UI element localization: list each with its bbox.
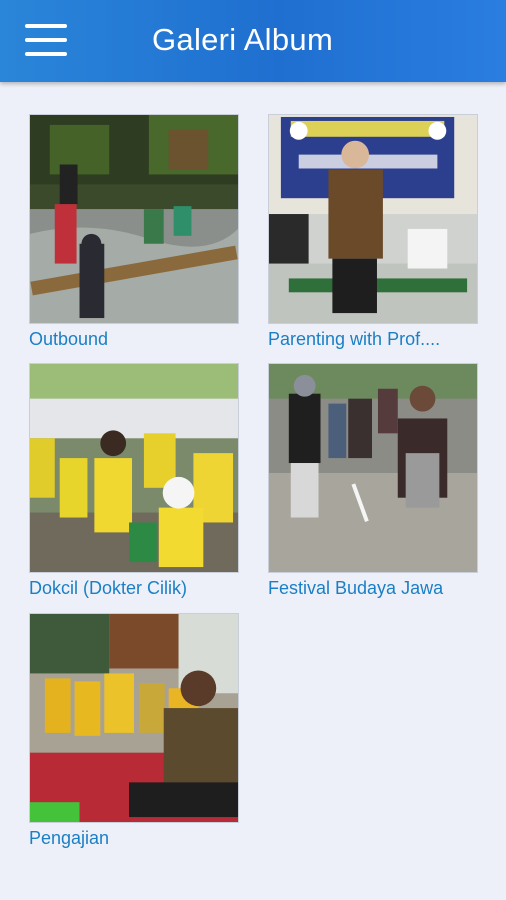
album-title[interactable]: Outbound xyxy=(29,329,239,350)
album-title[interactable]: Pengajian xyxy=(29,828,239,849)
album-thumbnail[interactable] xyxy=(29,114,239,324)
album-thumbnail[interactable] xyxy=(268,114,478,324)
page-title: Galeri Album xyxy=(152,22,334,57)
album-title[interactable]: Festival Budaya Jawa xyxy=(268,578,478,599)
album-card[interactable]: Dokcil (Dokter Cilik) xyxy=(29,363,239,599)
album-title[interactable]: Parenting with Prof.... xyxy=(268,329,478,350)
album-thumbnail[interactable] xyxy=(268,363,478,573)
album-card[interactable]: Pengajian xyxy=(29,613,239,849)
album-card[interactable]: Festival Budaya Jawa xyxy=(268,363,478,599)
album-card[interactable]: Outbound xyxy=(29,114,239,350)
app-header: Galeri Album xyxy=(0,0,506,82)
album-thumbnail[interactable] xyxy=(29,613,239,823)
album-thumbnail[interactable] xyxy=(29,363,239,573)
hamburger-menu-icon[interactable] xyxy=(22,20,70,60)
album-card[interactable]: Parenting with Prof.... xyxy=(268,114,478,350)
album-title[interactable]: Dokcil (Dokter Cilik) xyxy=(29,578,239,599)
